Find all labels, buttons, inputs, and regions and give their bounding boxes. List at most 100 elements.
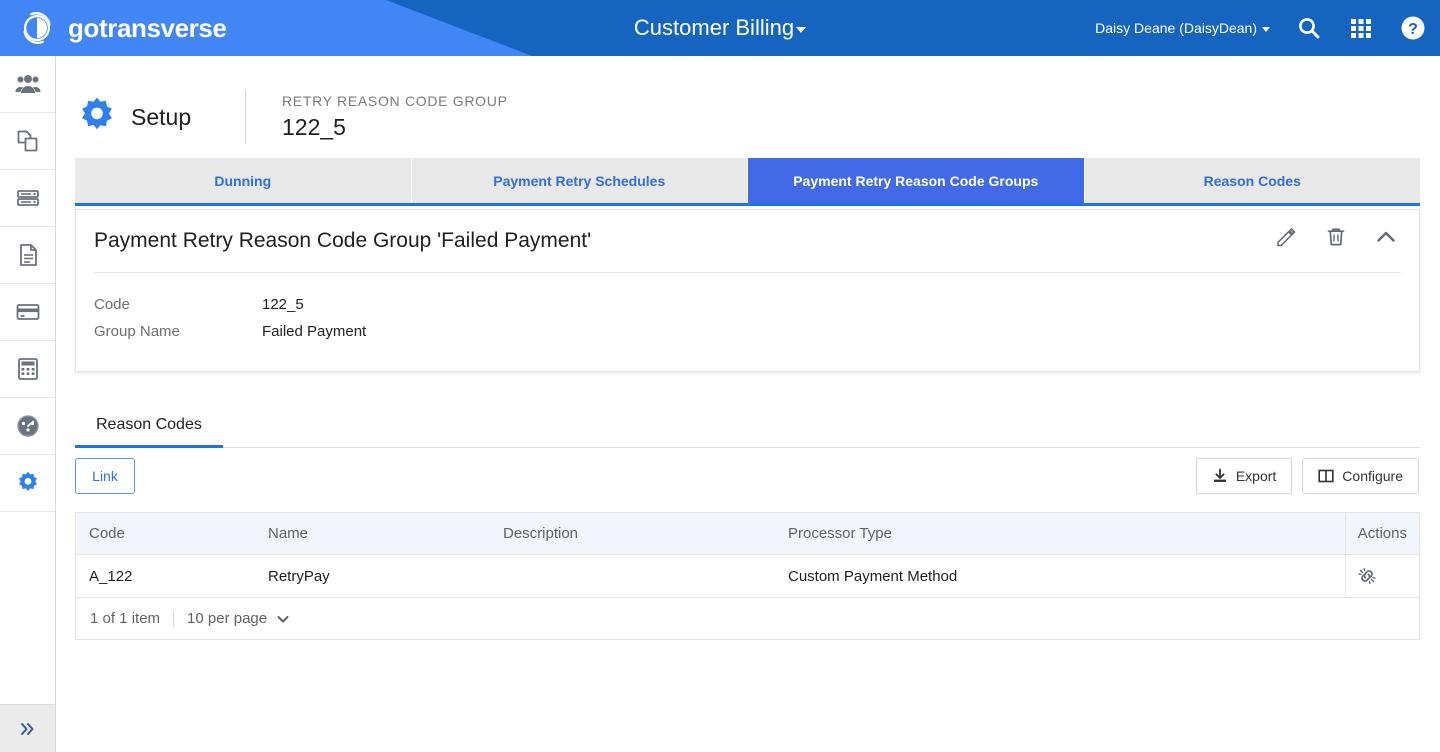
tab-dunning[interactable]: Dunning	[75, 158, 412, 203]
cell-code: A_122	[76, 554, 256, 598]
sidebar-item-accounts[interactable]	[0, 170, 55, 227]
page-header: Setup RETRY REASON CODE GROUP 122_5	[75, 90, 508, 144]
chevron-down-icon	[1262, 27, 1270, 32]
tab-payment-retry-reason-code-groups[interactable]: Payment Retry Reason Code Groups	[748, 158, 1085, 203]
column-header-name[interactable]: Name	[256, 513, 491, 555]
per-page-label: 10 per page	[187, 610, 268, 627]
table-footer: 1 of 1 item 10 per page	[76, 598, 1419, 639]
edit-pencil-icon[interactable]	[1275, 226, 1297, 248]
record-id-value: 122_5	[282, 114, 346, 140]
record-type-label: RETRY REASON CODE GROUP	[282, 93, 508, 109]
link-button[interactable]: Link	[75, 458, 135, 494]
field-row-group-name: Group Name Failed Payment	[94, 318, 1401, 345]
invoices-icon	[19, 244, 37, 266]
collapse-chevron-up-icon[interactable]	[1375, 226, 1397, 248]
main-content: Setup RETRY REASON CODE GROUP 122_5 Dunn…	[56, 56, 1440, 752]
cell-name: RetryPay	[256, 554, 491, 598]
setup-icon	[18, 471, 37, 491]
sidebar-item-payments[interactable]	[0, 284, 55, 341]
footer-separator	[173, 610, 175, 627]
item-count-label: 1 of 1 item	[90, 610, 161, 627]
top-header-bar: gotransverse Customer Billing Daisy Dean…	[0, 0, 1440, 56]
table-row[interactable]: A_122 RetryPay Custom Payment Method	[76, 554, 1419, 598]
reason-codes-table-container: Code Name Description Processor Type Act…	[75, 512, 1420, 640]
table-header: Code Name Description Processor Type Act…	[76, 513, 1419, 555]
subtab-label: Reason Codes	[96, 416, 202, 433]
columns-icon	[1318, 469, 1334, 483]
apps-grid-icon[interactable]	[1348, 15, 1374, 41]
products-icon	[17, 130, 37, 152]
tab-label: Dunning	[214, 172, 272, 189]
tab-label: Reason Codes	[1203, 172, 1301, 189]
tab-label: Payment Retry Schedules	[493, 172, 666, 189]
header-divider	[245, 90, 246, 144]
table-header-row: Code Name Description Processor Type Act…	[76, 513, 1419, 555]
download-icon	[1213, 468, 1226, 482]
delete-trash-icon[interactable]	[1325, 226, 1347, 248]
customers-icon	[15, 75, 40, 93]
chevron-down-icon	[796, 27, 807, 33]
field-label: Group Name	[94, 323, 180, 340]
sidebar-expand-button[interactable]	[0, 704, 55, 752]
header-right-controls: Daisy Deane (DaisyDean) ?	[1095, 0, 1426, 56]
svg-text:?: ?	[1408, 21, 1418, 38]
field-value: Failed Payment	[262, 323, 367, 340]
accounts-icon	[16, 190, 39, 206]
export-button[interactable]: Export	[1195, 458, 1293, 494]
field-label: Code	[94, 296, 130, 313]
gotransverse-circle-logo-icon	[23, 12, 51, 44]
detail-card: Payment Retry Reason Code Group 'Failed …	[75, 209, 1420, 372]
detail-card-title: Payment Retry Reason Code Group 'Failed …	[94, 229, 592, 252]
column-header-actions: Actions	[1344, 513, 1419, 555]
record-identity: RETRY REASON CODE GROUP 122_5	[282, 93, 508, 141]
sidebar-item-reports[interactable]	[0, 398, 55, 455]
tab-payment-retry-schedules[interactable]: Payment Retry Schedules	[411, 158, 748, 203]
field-row-code: Code 122_5	[94, 291, 1401, 318]
toolbar-right-group: Export Configure	[1195, 458, 1419, 494]
unlink-icon[interactable]	[1358, 567, 1376, 585]
sidebar-item-products[interactable]	[0, 113, 55, 170]
sub-tab-strip: Reason Codes	[75, 400, 1420, 448]
column-header-code[interactable]: Code	[76, 513, 256, 555]
chevron-down-icon	[277, 615, 289, 622]
help-circle-icon[interactable]: ?	[1400, 15, 1426, 41]
table-body: A_122 RetryPay Custom Payment Method	[76, 554, 1419, 598]
gear-icon	[82, 97, 112, 130]
user-menu[interactable]: Daisy Deane (DaisyDean)	[1095, 20, 1270, 36]
sidebar-item-customers[interactable]	[0, 56, 55, 113]
per-page-selector[interactable]: 10 per page	[187, 610, 290, 627]
tab-label: Payment Retry Reason Code Groups	[793, 172, 1039, 189]
detail-card-body: Code 122_5 Group Name Failed Payment	[76, 273, 1419, 345]
table-toolbar: Link Export Configure	[75, 458, 1420, 498]
column-header-processor-type[interactable]: Processor Type	[776, 513, 1346, 555]
main-tab-strip: Dunning Payment Retry Schedules Payment …	[75, 158, 1420, 206]
cell-description	[491, 554, 776, 598]
link-button-label: Link	[92, 468, 118, 484]
detail-card-header: Payment Retry Reason Code Group 'Failed …	[76, 210, 1419, 272]
search-icon[interactable]	[1296, 15, 1322, 41]
reports-icon	[16, 415, 39, 437]
sidebar-item-invoices[interactable]	[0, 227, 55, 284]
field-value: 122_5	[262, 296, 304, 313]
brand-logo[interactable]: gotransverse	[18, 0, 227, 56]
sidebar-item-billing[interactable]	[0, 341, 55, 398]
reason-codes-table: Code Name Description Processor Type Act…	[76, 513, 1419, 598]
billing-icon	[17, 358, 38, 380]
double-chevron-right-icon	[20, 722, 33, 735]
subtab-reason-codes[interactable]: Reason Codes	[75, 416, 223, 448]
app-title-dropdown[interactable]: Customer Billing	[633, 15, 807, 41]
column-header-description[interactable]: Description	[491, 513, 776, 555]
configure-button-label: Configure	[1342, 468, 1403, 484]
configure-button[interactable]: Configure	[1302, 458, 1419, 494]
payments-icon	[16, 304, 39, 320]
tab-reason-codes[interactable]: Reason Codes	[1084, 158, 1420, 203]
cell-processor-type: Custom Payment Method	[776, 554, 1346, 598]
export-button-label: Export	[1235, 468, 1277, 484]
section-identity: Setup	[75, 95, 245, 139]
left-sidebar	[0, 56, 56, 752]
brand-logo-text: gotransverse	[68, 13, 227, 43]
app-title-text: Customer Billing	[633, 15, 795, 40]
section-label: Setup	[131, 103, 192, 130]
sidebar-item-setup[interactable]	[0, 455, 55, 512]
cell-actions	[1344, 554, 1419, 598]
